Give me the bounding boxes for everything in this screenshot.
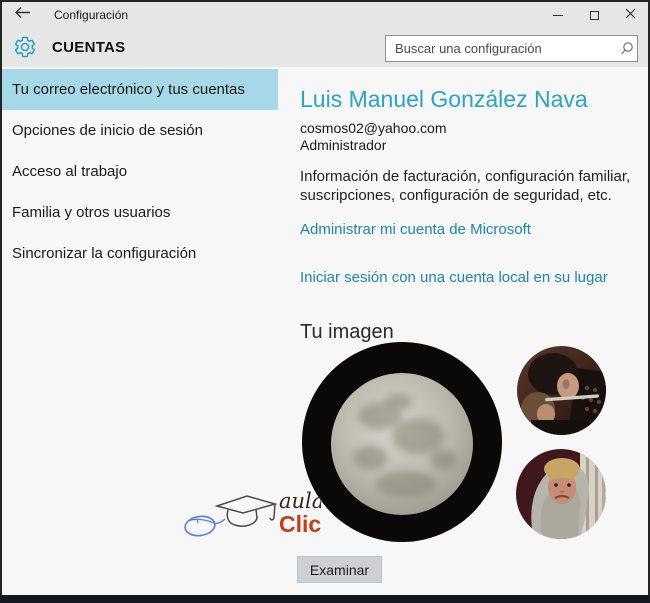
- manage-account-link[interactable]: Administrar mi cuenta de Microsoft: [300, 221, 531, 238]
- sidebar-item-sync-settings[interactable]: Sincronizar la configuración: [2, 233, 278, 274]
- local-account-link[interactable]: Iniciar sesión con una cuenta local en s…: [300, 269, 608, 286]
- search-input[interactable]: [386, 41, 615, 56]
- sidebar-item-family-users[interactable]: Familia y otros usuarios: [2, 192, 278, 233]
- title-bar: Configuración: [2, 2, 648, 28]
- settings-window: Configuración CUENTAS: [0, 0, 650, 603]
- page-title: CUENTAS: [52, 39, 126, 56]
- sidebar-item-email-accounts[interactable]: Tu correo electrónico y tus cuentas: [2, 69, 278, 110]
- browse-button[interactable]: Examinar: [297, 556, 382, 583]
- caption-buttons: [540, 2, 648, 28]
- search-icon[interactable]: [615, 41, 637, 56]
- aulaclic-logo: aula Clic: [181, 483, 321, 543]
- current-avatar-moon-photo: [302, 342, 502, 542]
- mouse-icon: [184, 515, 225, 538]
- sidebar-item-work-access[interactable]: Acceso al trabajo: [2, 151, 278, 192]
- account-name: Luis Manuel González Nava: [300, 85, 650, 113]
- settings-gear-icon: [13, 35, 37, 64]
- sidebar-item-label: Tu correo electrónico y tus cuentas: [12, 81, 245, 98]
- sidebar-item-label: Acceso al trabajo: [12, 163, 127, 180]
- sidebar-item-signin-options[interactable]: Opciones de inicio de sesión: [2, 110, 278, 151]
- account-role: Administrador: [300, 137, 650, 153]
- sidebar-item-label: Opciones de inicio de sesión: [12, 122, 203, 139]
- close-button[interactable]: [612, 2, 648, 28]
- header-row: CUENTAS: [2, 28, 648, 67]
- minimize-button[interactable]: [540, 2, 576, 28]
- account-email: cosmos02@yahoo.com: [300, 120, 650, 136]
- account-description: Información de facturación, configuració…: [300, 167, 650, 205]
- top-band: Configuración CUENTAS: [2, 2, 648, 67]
- search-box: [385, 35, 638, 62]
- graduation-cap-icon: [217, 496, 275, 526]
- maximize-icon: [590, 11, 599, 20]
- avatar-option-hoodie-guy-photo[interactable]: [516, 449, 606, 539]
- back-arrow-icon: [14, 6, 31, 24]
- logo-text-clic: Clic: [279, 511, 321, 537]
- minimize-icon: [553, 15, 563, 16]
- avatar-option-flutist-photo[interactable]: [517, 346, 606, 435]
- logo-text-aula: aula: [279, 489, 321, 513]
- back-button[interactable]: [2, 2, 42, 28]
- account-section: Luis Manuel González Nava cosmos02@yahoo…: [300, 85, 650, 344]
- sidebar: Tu correo electrónico y tus cuentas Opci…: [2, 69, 278, 274]
- window-title: Configuración: [54, 8, 128, 22]
- close-icon: [625, 6, 636, 24]
- sidebar-item-label: Sincronizar la configuración: [12, 245, 196, 262]
- your-picture-title: Tu imagen: [300, 321, 650, 344]
- sidebar-item-label: Familia y otros usuarios: [12, 204, 170, 221]
- bottom-edge-bar: [0, 595, 650, 603]
- maximize-button[interactable]: [576, 2, 612, 28]
